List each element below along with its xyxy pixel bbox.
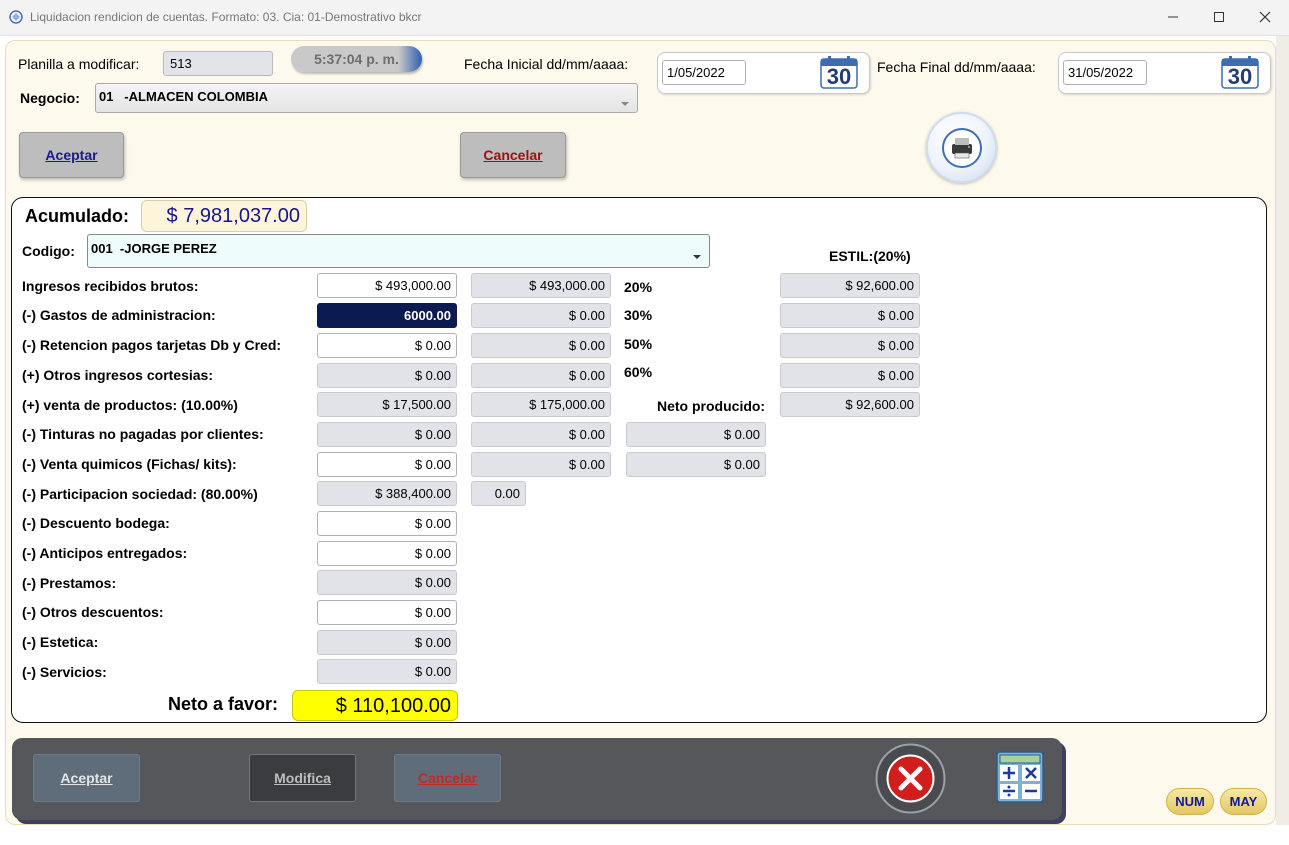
modifica-button[interactable]: Modifica <box>249 754 356 802</box>
background-strip <box>1276 36 1289 836</box>
cancelar-bottom-button[interactable]: Cancelar <box>394 754 501 802</box>
title-bar: Liquidacion rendicion de cuentas. Format… <box>0 0 1289 36</box>
estetica-value: $ 0.00 <box>317 630 457 655</box>
gastos-admin-total: $ 0.00 <box>471 303 611 328</box>
acumulado-label: Acumulado: <box>25 206 130 226</box>
window-title: Liquidacion rendicion de cuentas. Format… <box>30 10 422 24</box>
row-label: (-) Anticipos entregados: <box>22 545 188 561</box>
row-label: (-) Gastos de administracion: <box>22 307 216 323</box>
participacion-extra: 0.00 <box>471 481 526 506</box>
close-circle-icon[interactable] <box>875 743 946 814</box>
row-label: Ingresos recibidos brutos: <box>22 278 199 294</box>
otros-ingresos-total: $ 0.00 <box>471 363 611 388</box>
codigo-value: 001 -JORGE PEREZ <box>91 241 217 256</box>
codigo-label: Codigo: <box>22 243 75 259</box>
aceptar-button[interactable]: Aceptar <box>19 132 124 178</box>
retencion-input[interactable]: $ 0.00 <box>317 333 457 358</box>
row-label: (-) Participacion sociedad: (80.00%) <box>22 486 258 502</box>
ingresos-input[interactable]: $ 493,000.00 <box>317 273 457 298</box>
calculator-icon[interactable] <box>996 751 1044 803</box>
participacion-value: $ 388,400.00 <box>317 481 457 506</box>
neto-producido-value: $ 92,600.00 <box>780 392 920 417</box>
anticipos-input[interactable]: $ 0.00 <box>317 541 457 566</box>
calendar-day: 30 <box>1227 64 1253 89</box>
app-icon <box>9 10 23 24</box>
pct-label: 50% <box>624 336 653 352</box>
close-icon[interactable] <box>1242 0 1288 34</box>
neto-favor-value: $ 110,100.00 <box>292 690 458 721</box>
gastos-admin-input[interactable]: 6000.00 <box>317 303 457 328</box>
tinturas-total: $ 0.00 <box>471 422 611 447</box>
chevron-down-icon[interactable] <box>692 248 702 263</box>
row-label: (-) Servicios: <box>22 664 107 680</box>
otros-ingresos-value: $ 0.00 <box>317 363 457 388</box>
fecha-inicial-input[interactable]: 1/05/2022 <box>662 60 746 85</box>
pct-value: $ 0.00 <box>780 363 920 388</box>
row-label: (+) venta de productos: (10.00%) <box>22 397 238 413</box>
row-label: (-) Estetica: <box>22 634 99 650</box>
fecha-final-input[interactable]: 31/05/2022 <box>1063 60 1147 85</box>
calendar-day: 30 <box>826 64 852 89</box>
row-label: (+) Otros ingresos cortesias: <box>22 367 214 383</box>
estil-label: ESTIL:(20%) <box>829 248 911 264</box>
otros-descuentos-input[interactable]: $ 0.00 <box>317 600 457 625</box>
planilla-label: Planilla a modificar: <box>18 56 140 72</box>
venta-quimicos-total: $ 0.00 <box>471 452 611 477</box>
ingresos-total: $ 493,000.00 <box>471 273 611 298</box>
row-label: (-) Otros descuentos: <box>22 604 164 620</box>
pct-value: $ 0.00 <box>780 333 920 358</box>
negocio-value: 01 -ALMACEN COLOMBIA <box>99 89 268 104</box>
descuento-bodega-input[interactable]: $ 0.00 <box>317 511 457 536</box>
row-label: (-) Retencion pagos tarjetas Db y Cred: <box>22 337 282 353</box>
tinturas-extra: $ 0.00 <box>626 422 766 447</box>
pct-label: 20% <box>624 279 653 295</box>
acumulado-value: $ 7,981,037.00 <box>141 200 307 232</box>
prestamos-value: $ 0.00 <box>317 570 457 595</box>
row-label: (-) Prestamos: <box>22 575 117 591</box>
bottom-strip <box>0 825 1289 845</box>
aceptar-bottom-button[interactable]: Aceptar <box>33 754 140 802</box>
row-label: (-) Descuento bodega: <box>22 515 170 531</box>
may-indicator: MAY <box>1220 788 1267 815</box>
venta-quimicos-input[interactable]: $ 0.00 <box>317 452 457 477</box>
neto-favor-label: Neto a favor: <box>168 694 279 714</box>
venta-quimicos-extra: $ 0.00 <box>626 452 766 477</box>
tinturas-value: $ 0.00 <box>317 422 457 447</box>
venta-productos-total: $ 175,000.00 <box>471 392 611 417</box>
pct-label: 60% <box>624 364 653 380</box>
printer-icon <box>940 126 984 170</box>
venta-productos-value: $ 17,500.00 <box>317 392 457 417</box>
planilla-input[interactable]: 513 <box>163 51 273 76</box>
chevron-down-icon[interactable] <box>620 95 630 110</box>
cancelar-button[interactable]: Cancelar <box>460 132 566 178</box>
pct-label: 30% <box>624 307 653 323</box>
fecha-inicial-label: Fecha Inicial dd/mm/aaaa: <box>464 56 629 72</box>
negocio-label: Negocio: <box>20 90 80 106</box>
pct-value: $ 0.00 <box>780 303 920 328</box>
pct-value: $ 92,600.00 <box>780 273 920 298</box>
maximize-icon[interactable] <box>1196 0 1242 34</box>
fecha-final-label: Fecha Final dd/mm/aaaa: <box>877 59 1036 75</box>
row-label: (-) Venta quimicos (Fichas/ kits): <box>22 456 237 472</box>
retencion-total: $ 0.00 <box>471 333 611 358</box>
num-indicator: NUM <box>1166 788 1214 815</box>
clock-display: 5:37:04 p. m. <box>291 46 422 72</box>
row-label: (-) Tinturas no pagadas por clientes: <box>22 426 264 442</box>
servicios-value: $ 0.00 <box>317 659 457 684</box>
minimize-icon[interactable] <box>1150 0 1196 34</box>
neto-producido-label: Neto producido: <box>657 398 766 414</box>
